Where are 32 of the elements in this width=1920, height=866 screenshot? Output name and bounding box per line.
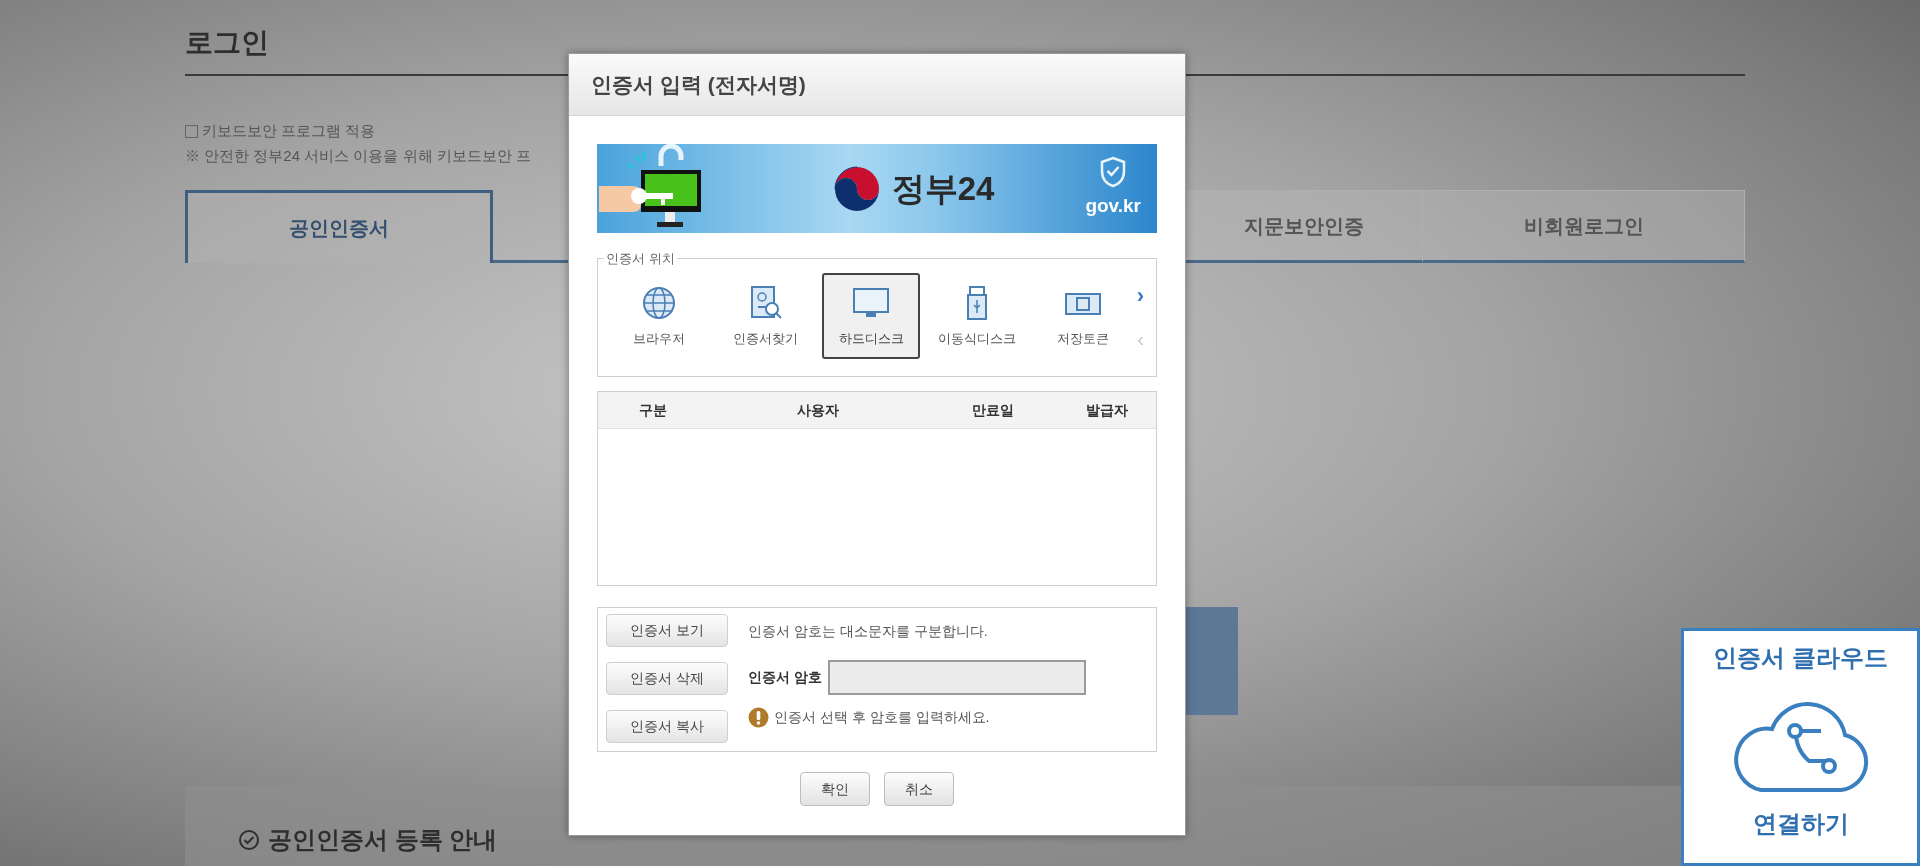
guide-title: 공인인증서 등록 안내: [268, 825, 498, 855]
shield-check-icon: [1099, 156, 1128, 188]
connect-link[interactable]: 연결하기: [1752, 806, 1849, 842]
location-option[interactable]: 저장토큰: [1034, 273, 1132, 359]
column-header: 사용자: [797, 400, 839, 420]
dialog-title: 인증서 입력 (전자서명): [591, 71, 806, 98]
hint-text: 인증서 암호는 대소문자를 구분합니다.: [748, 622, 989, 641]
check-circle-icon: [238, 829, 260, 851]
location-option[interactable]: 인증서찾기: [716, 273, 814, 359]
location-option[interactable]: 브라우저: [610, 273, 708, 359]
password-field[interactable]: [827, 660, 1086, 695]
warning-icon: [748, 707, 769, 728]
cloud-title[interactable]: 인증서 클라우드: [1713, 640, 1888, 676]
action-button[interactable]: 인증서 복사: [606, 710, 728, 743]
taegeuk-logo-icon: [831, 163, 882, 214]
action-button[interactable]: 인증서 보기: [606, 614, 728, 647]
column-header: 발급자: [1086, 400, 1128, 420]
location-option[interactable]: 이동식디스크: [928, 273, 1026, 359]
column-header: 만료일: [972, 400, 1014, 420]
dialog-button[interactable]: 확인: [800, 772, 870, 806]
dialog-button[interactable]: 취소: [884, 772, 954, 806]
domain-text: gov.kr: [1085, 194, 1141, 218]
column-header: 구분: [639, 400, 667, 420]
password-label: 인증서 암호: [748, 668, 822, 687]
notice-text: ※ 안전한 정부24 서비스 이용을 위해 키보드보안 프: [185, 145, 531, 166]
checkbox[interactable]: [185, 124, 198, 138]
warning-text: 인증서 선택 후 암호를 입력하세요.: [774, 708, 990, 727]
tab[interactable]: 공인인증서: [185, 190, 493, 263]
page-title: 로그인: [185, 26, 269, 60]
logo-text: 정부24: [891, 168, 995, 209]
location-option[interactable]: 하드디스크: [822, 273, 920, 359]
action-button[interactable]: 인증서 삭제: [606, 662, 728, 695]
